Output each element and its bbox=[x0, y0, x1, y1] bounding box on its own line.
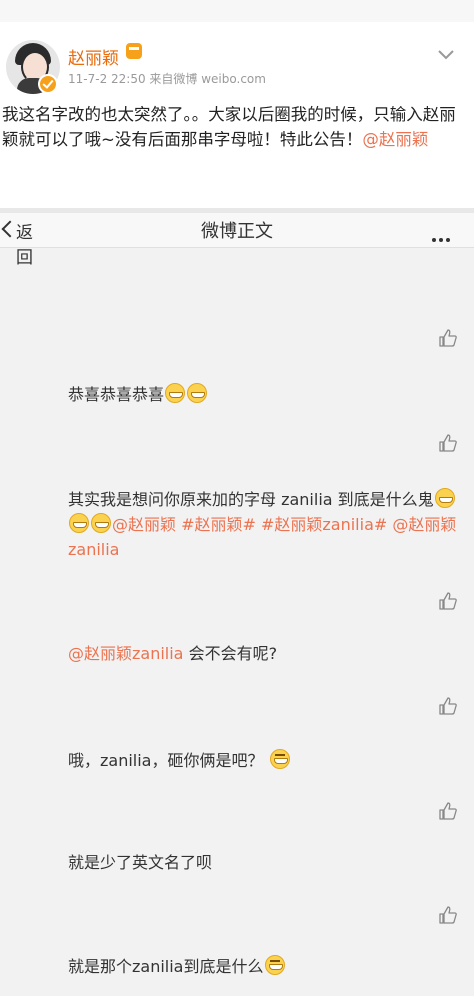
more-icon[interactable] bbox=[432, 227, 453, 246]
like-icon[interactable] bbox=[438, 591, 458, 611]
grin-emoji-icon bbox=[165, 383, 186, 403]
grin-emoji-icon bbox=[434, 488, 455, 508]
weibo-post: 赵丽颖 11-7-2 22:50 来自微博 weibo.com 我这名字改的也太… bbox=[0, 22, 474, 208]
grin-emoji-icon bbox=[69, 513, 89, 533]
user-name[interactable]: 赵丽颖 bbox=[68, 44, 119, 69]
like-icon[interactable] bbox=[438, 696, 458, 716]
comment-text: 就是那个zanilia到底是什么 bbox=[68, 954, 468, 979]
like-icon[interactable] bbox=[438, 433, 458, 453]
comment-text: 其实我是想问你原来加的字母 zanilia 到底是什么鬼@赵丽颖 #赵丽颖# #… bbox=[68, 488, 457, 559]
post-meta: 11-7-2 22:50 来自微博 weibo.com bbox=[68, 72, 266, 86]
vip-crown-icon bbox=[126, 43, 142, 59]
follow-chevron-icon[interactable] bbox=[434, 42, 458, 66]
post-mention[interactable]: @赵丽颖 bbox=[362, 130, 428, 149]
comment-mention[interactable]: @赵丽颖zanilia bbox=[68, 644, 184, 663]
comment-links[interactable]: @赵丽颖 #赵丽颖# #赵丽颖zanilia# @赵丽颖zanilia bbox=[68, 515, 456, 559]
comment-text: @赵丽颖zanilia 会不会有呢? bbox=[68, 644, 278, 663]
grin-emoji-icon bbox=[187, 383, 208, 403]
comment-text: 哦，zanilia，砸你俩是吧？ bbox=[68, 748, 468, 773]
navbar: 返回 微博正文 bbox=[0, 213, 474, 268]
like-icon[interactable] bbox=[438, 905, 458, 925]
verified-badge-icon bbox=[38, 74, 58, 94]
like-icon[interactable] bbox=[438, 801, 458, 821]
comment-text: 就是少了英文名了呗 bbox=[68, 853, 213, 872]
grin-emoji-icon bbox=[91, 513, 111, 533]
comment-text: 恭喜恭喜恭喜 bbox=[68, 382, 468, 407]
post-text: 我这名字改的也太突然了。。大家以后圈我的时候，只输入赵丽颖就可以了哦~没有后面那… bbox=[2, 105, 456, 149]
page-title: 微博正文 bbox=[201, 221, 273, 242]
laugh-emoji-icon bbox=[264, 955, 285, 975]
like-icon[interactable] bbox=[438, 328, 458, 348]
laugh-emoji-icon bbox=[269, 749, 290, 769]
status-bar bbox=[0, 0, 474, 22]
